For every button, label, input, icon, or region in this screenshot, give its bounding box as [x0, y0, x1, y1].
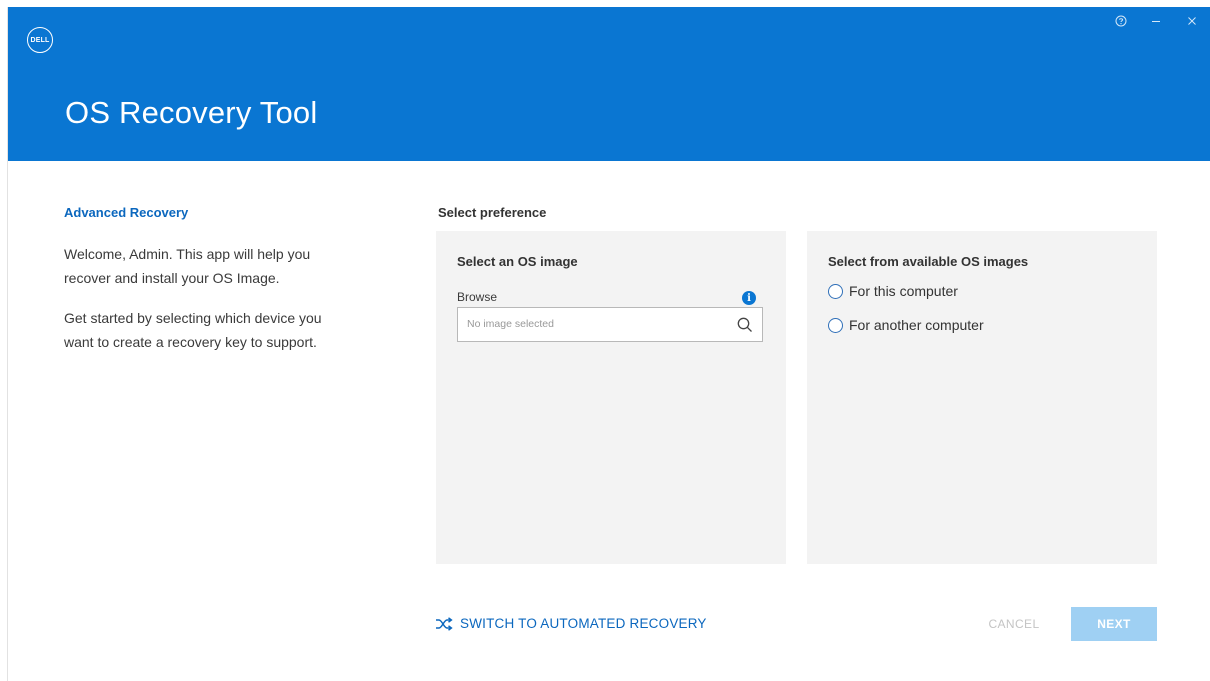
app-window: DELL OS Recovery Tool Advanced Recovery …	[7, 7, 1210, 681]
help-button[interactable]	[1104, 7, 1138, 35]
radio-button-icon[interactable]	[828, 317, 843, 333]
radio-option-this-computer[interactable]: For this computer	[828, 283, 958, 299]
next-button[interactable]: NEXT	[1071, 607, 1157, 641]
available-images-title: Select from available OS images	[828, 254, 1029, 269]
dell-logo-text: DELL	[30, 36, 50, 44]
switch-to-automated-recovery-link[interactable]: SWITCH TO AUTOMATED RECOVERY	[435, 616, 707, 631]
help-circle-icon	[1115, 15, 1127, 27]
browse-placeholder: No image selected	[467, 318, 554, 330]
os-image-panel-title: Select an OS image	[457, 254, 578, 269]
radio-label-this-computer: For this computer	[849, 283, 958, 299]
app-header: DELL OS Recovery Tool	[8, 7, 1210, 161]
close-icon	[1188, 17, 1196, 25]
window-controls	[1104, 7, 1210, 35]
dell-logo: DELL	[27, 27, 53, 53]
browse-input[interactable]: No image selected	[457, 307, 763, 342]
shuffle-icon	[436, 616, 453, 631]
minimize-icon	[1152, 21, 1160, 22]
section-heading: Advanced Recovery	[64, 205, 189, 220]
browse-label: Browse	[457, 290, 498, 304]
preferences-heading: Select preference	[438, 205, 547, 220]
radio-button-icon[interactable]	[828, 283, 843, 299]
cancel-button[interactable]: CANCEL	[971, 607, 1057, 641]
info-icon[interactable]: i	[742, 291, 756, 305]
radio-option-another-computer[interactable]: For another computer	[828, 317, 984, 333]
os-image-panel: Select an OS image Browse i No image sel…	[436, 231, 786, 564]
intro-section: Advanced Recovery Welcome, Admin. This a…	[64, 205, 344, 370]
available-images-panel: Select from available OS images For this…	[807, 231, 1157, 564]
instructions-text: Get started by selecting which device yo…	[64, 310, 322, 350]
switch-link-label: SWITCH TO AUTOMATED RECOVERY	[460, 616, 707, 631]
search-icon[interactable]	[736, 316, 754, 334]
close-button[interactable]	[1174, 7, 1210, 35]
welcome-text: Welcome, Admin. This app will help you r…	[64, 246, 311, 286]
app-title: OS Recovery Tool	[65, 95, 318, 130]
minimize-button[interactable]	[1138, 7, 1174, 35]
radio-label-another-computer: For another computer	[849, 317, 984, 333]
